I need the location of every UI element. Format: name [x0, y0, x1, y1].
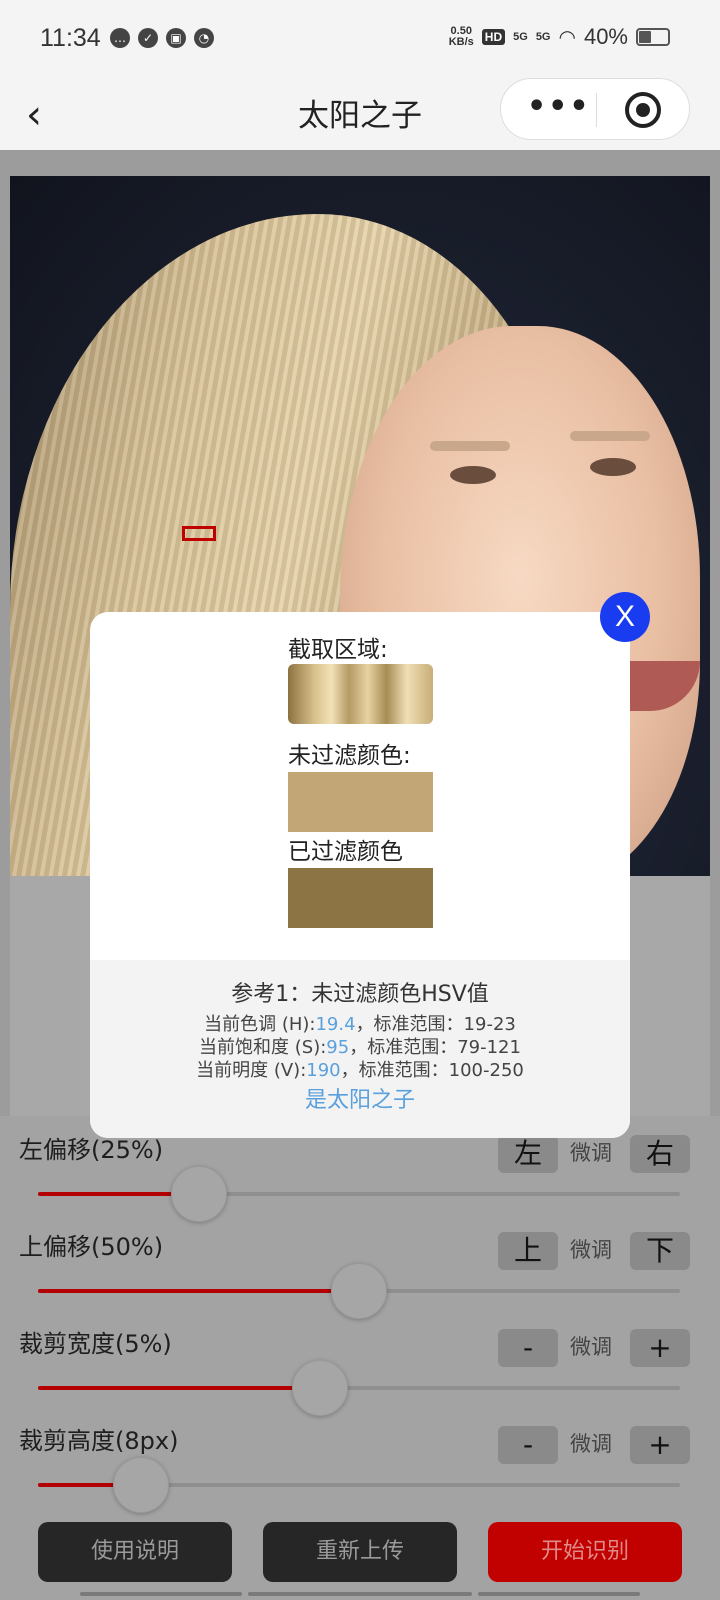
net-speed: 0.50 KB/s [448, 25, 474, 48]
status-time: 11:34 [40, 24, 101, 52]
height-plus-button[interactable]: + [630, 1426, 690, 1464]
capsule-divider [596, 93, 597, 127]
hue-value: 19.4 [315, 1014, 356, 1035]
speed-icon: ◔ [194, 28, 214, 48]
crop-region-marker[interactable] [182, 526, 216, 541]
close-dialog-button[interactable]: X [600, 592, 650, 642]
width-plus-button[interactable]: + [630, 1329, 690, 1367]
miniprogram-capsule: ••• [500, 78, 690, 140]
value-line: 当前明度 (V):190，标准范围：100-250 [196, 1060, 524, 1081]
hd-icon: HD [481, 29, 506, 45]
recognition-result: 是太阳之子 [304, 1088, 415, 1113]
hsv-info-panel: 参考1：未过滤颜色HSV值 当前色调 (H):19.4，标准范围：19-23 当… [90, 960, 630, 1138]
close-miniprogram-icon[interactable] [625, 92, 661, 128]
crop-height-row: 裁剪高度(8px) - 微调 + [0, 1421, 720, 1517]
start-recognition-button[interactable]: 开始识别 [488, 1522, 682, 1582]
left-button[interactable]: 左 [498, 1135, 558, 1173]
slider-knob[interactable] [331, 1263, 387, 1319]
message-icon: … [110, 28, 130, 48]
fine-tune-label: 微调 [570, 1141, 612, 1165]
left-offset-slider[interactable] [38, 1166, 680, 1222]
signal-icon: 5G [513, 31, 528, 43]
reupload-button[interactable]: 重新上传 [263, 1522, 457, 1582]
battery-icon [636, 28, 670, 46]
unfiltered-color-swatch [288, 772, 433, 832]
brightness-value: 190 [306, 1060, 341, 1081]
crop-area-label: 截取区域: [288, 637, 388, 663]
reference-title: 参考1：未过滤颜色HSV值 [231, 982, 489, 1007]
battery-text: 40% [583, 24, 628, 49]
eye [590, 458, 636, 476]
fine-tune-label: 微调 [570, 1432, 612, 1456]
crop-width-label: 裁剪宽度(5%) [19, 1330, 172, 1358]
up-button[interactable]: 上 [498, 1232, 558, 1270]
down-button[interactable]: 下 [630, 1232, 690, 1270]
fine-tune-label: 微调 [570, 1238, 612, 1262]
height-minus-button[interactable]: - [498, 1426, 558, 1464]
filtered-color-swatch [288, 868, 433, 928]
status-bar: 11:34 … ✓ ▣ ◔ 0.50 KB/s HD 5G 5G ◠ 40% [0, 0, 720, 78]
crop-width-slider[interactable] [38, 1360, 680, 1416]
nav-bar: ‹ 太阳之子 ••• [0, 78, 720, 150]
wifi-icon: ◠ [558, 26, 576, 49]
scroll-indicator [80, 1592, 242, 1596]
crop-height-slider[interactable] [38, 1457, 680, 1513]
signal-icon-2: 5G [535, 31, 551, 43]
slider-knob[interactable] [292, 1360, 349, 1416]
slider-knob[interactable] [112, 1457, 169, 1513]
help-button[interactable]: 使用说明 [38, 1522, 232, 1582]
eye [450, 466, 496, 484]
top-offset-label: 上偏移(50%) [19, 1233, 164, 1261]
unfiltered-color-label: 未过滤颜色: [288, 743, 411, 769]
crop-width-row: 裁剪宽度(5%) - 微调 + [0, 1324, 720, 1420]
top-offset-row: 上偏移(50%) 上 微调 下 [0, 1227, 720, 1323]
slider-knob[interactable] [170, 1166, 227, 1222]
top-offset-slider[interactable] [38, 1263, 680, 1319]
width-minus-button[interactable]: - [498, 1329, 558, 1367]
right-button[interactable]: 右 [630, 1135, 690, 1173]
saturation-value: 95 [326, 1037, 350, 1058]
fine-tune-label: 微调 [570, 1335, 612, 1359]
notification-icons: … ✓ ▣ ◔ [110, 28, 214, 48]
crop-area-preview [288, 664, 433, 724]
result-dialog: 截取区域: 未过滤颜色: 已过滤颜色 参考1：未过滤颜色HSV值 当前色调 (H… [90, 612, 630, 1138]
crop-height-label: 裁剪高度(8px) [19, 1427, 179, 1455]
app-icon: ▣ [166, 28, 186, 48]
check-icon: ✓ [138, 28, 158, 48]
filtered-color-label: 已过滤颜色 [288, 839, 403, 865]
left-offset-row: 左偏移(25%) 左 微调 右 [0, 1130, 720, 1226]
more-icon[interactable]: ••• [527, 89, 591, 124]
status-right: 0.50 KB/s HD 5G 5G ◠ 40% [449, 24, 670, 50]
